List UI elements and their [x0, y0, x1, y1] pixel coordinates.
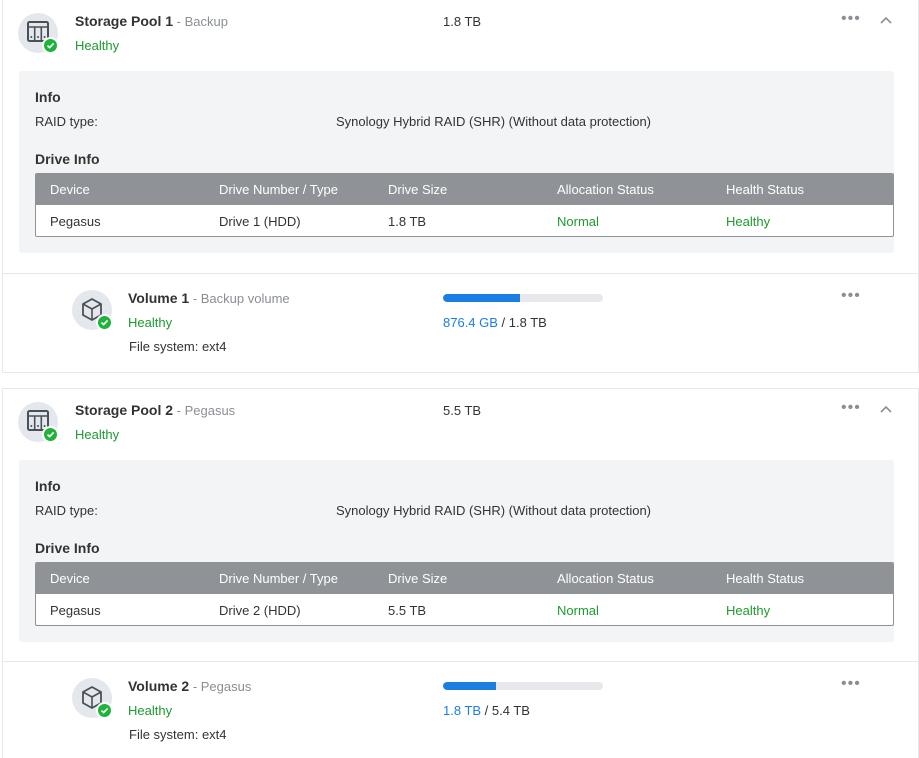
volume-filesystem: File system: ext4: [129, 339, 227, 354]
volume-total: 1.8 TB: [508, 315, 547, 330]
pool-description: - Pegasus: [173, 403, 236, 418]
raid-type-value: Synology Hybrid RAID (SHR) (Without data…: [336, 114, 652, 129]
col-device[interactable]: Device: [50, 571, 90, 586]
volume-2-card[interactable]: Volume 2 - Pegasus Healthy File system: …: [2, 661, 919, 758]
raid-type-label: RAID type:: [35, 503, 98, 518]
col-drive-number[interactable]: Drive Number / Type: [219, 571, 338, 586]
pool-name: Storage Pool 1: [75, 13, 174, 29]
pool-status: Healthy: [75, 427, 120, 442]
cell-drive-number: Drive 1 (HDD): [219, 214, 301, 229]
cell-health: Healthy: [726, 603, 771, 618]
volume-name: Volume 1: [128, 290, 190, 306]
volume-used: 1.8 TB: [443, 703, 482, 718]
pool-size: 5.5 TB: [443, 403, 482, 418]
volume-description: - Pegasus: [189, 679, 252, 694]
cell-allocation: Normal: [557, 214, 599, 229]
pool-status: Healthy: [75, 38, 120, 53]
chevron-up-icon[interactable]: [879, 15, 893, 25]
col-drive-size[interactable]: Drive Size: [388, 182, 447, 197]
drive-info-heading: Drive Info: [35, 151, 100, 167]
volume-1-card[interactable]: Volume 1 - Backup volume Healthy File sy…: [2, 273, 919, 373]
col-health[interactable]: Health Status: [726, 182, 804, 197]
volume-usage-bar: [443, 682, 603, 690]
pool-info-panel: Info RAID type: Synology Hybrid RAID (SH…: [19, 460, 894, 642]
more-dots-icon[interactable]: •••: [841, 288, 861, 304]
col-health[interactable]: Health Status: [726, 571, 804, 586]
storage-pool-icon: [18, 402, 59, 443]
volume-usage-separator: /: [497, 315, 509, 330]
pool-description: - Backup: [173, 14, 228, 29]
volume-usage-fill: [443, 294, 520, 302]
cell-health: Healthy: [726, 214, 771, 229]
check-badge-icon: [96, 314, 113, 331]
more-dots-icon[interactable]: •••: [841, 11, 861, 27]
raid-type-value: Synology Hybrid RAID (SHR) (Without data…: [336, 503, 652, 518]
volume-usage-bar: [443, 294, 603, 302]
volume-description: - Backup volume: [189, 291, 290, 306]
volume-filesystem: File system: ext4: [129, 727, 227, 742]
drive-table: Device Drive Number / Type Drive Size Al…: [35, 562, 894, 626]
pool-size: 1.8 TB: [443, 14, 482, 29]
chevron-up-icon[interactable]: [879, 404, 893, 414]
drive-table: Device Drive Number / Type Drive Size Al…: [35, 173, 894, 237]
cell-device: Pegasus: [50, 603, 101, 618]
cell-device: Pegasus: [50, 214, 101, 229]
volume-usage-text: 876.4 GB / 1.8 TB: [443, 315, 547, 330]
table-header: Device Drive Number / Type Drive Size Al…: [36, 563, 893, 594]
info-heading: Info: [35, 478, 61, 494]
volume-cube-icon: [72, 290, 113, 331]
check-badge-icon: [96, 702, 113, 719]
volume-total: 5.4 TB: [491, 703, 530, 718]
drive-info-heading: Drive Info: [35, 540, 100, 556]
storage-pool-icon: [18, 13, 59, 54]
cell-drive-size: 1.8 TB: [388, 214, 427, 229]
volume-cube-icon: [72, 678, 113, 719]
volume-title-row: Volume 1 - Backup volume: [128, 290, 290, 306]
cell-drive-number: Drive 2 (HDD): [219, 603, 301, 618]
volume-title-row: Volume 2 - Pegasus: [128, 678, 251, 694]
more-dots-icon[interactable]: •••: [841, 400, 861, 416]
pool-title-row: Storage Pool 1 - Backup: [75, 13, 228, 29]
cell-drive-size: 5.5 TB: [388, 603, 427, 618]
volume-usage-fill: [443, 682, 496, 690]
col-allocation[interactable]: Allocation Status: [557, 182, 654, 197]
check-badge-icon: [42, 37, 59, 54]
cell-allocation: Normal: [557, 603, 599, 618]
more-dots-icon[interactable]: •••: [841, 676, 861, 692]
storage-pool-2-card: Storage Pool 2 - Pegasus Healthy 5.5 TB …: [2, 388, 919, 661]
pool-title-row: Storage Pool 2 - Pegasus: [75, 402, 235, 418]
col-drive-number[interactable]: Drive Number / Type: [219, 182, 338, 197]
volume-used: 876.4 GB: [443, 315, 498, 330]
table-header: Device Drive Number / Type Drive Size Al…: [36, 174, 893, 205]
storage-pool-1-card: Storage Pool 1 - Backup Healthy 1.8 TB •…: [2, 0, 919, 273]
pool-info-panel: Info RAID type: Synology Hybrid RAID (SH…: [19, 71, 894, 253]
col-drive-size[interactable]: Drive Size: [388, 571, 447, 586]
check-badge-icon: [42, 426, 59, 443]
pool-name: Storage Pool 2: [75, 402, 174, 418]
volume-name: Volume 2: [128, 678, 190, 694]
volume-status: Healthy: [128, 703, 173, 718]
volume-usage-text: 1.8 TB / 5.4 TB: [443, 703, 530, 718]
volume-status: Healthy: [128, 315, 173, 330]
col-device[interactable]: Device: [50, 182, 90, 197]
volume-usage-separator: /: [481, 703, 492, 718]
info-heading: Info: [35, 89, 61, 105]
raid-type-label: RAID type:: [35, 114, 98, 129]
col-allocation[interactable]: Allocation Status: [557, 571, 654, 586]
